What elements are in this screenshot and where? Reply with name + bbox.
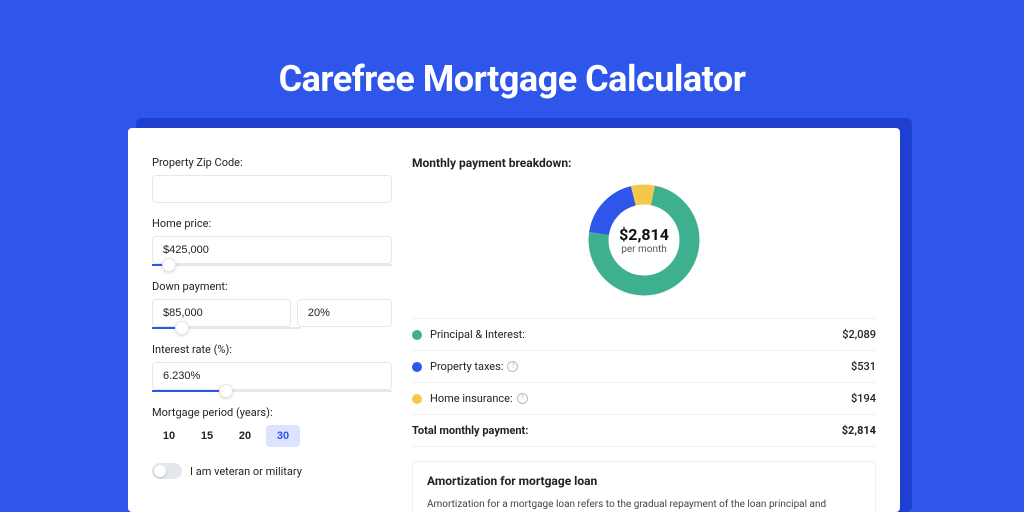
home-price-slider[interactable] bbox=[152, 264, 392, 266]
donut-sub: per month bbox=[619, 244, 669, 255]
home-price-input[interactable] bbox=[152, 236, 392, 264]
veteran-label: I am veteran or military bbox=[190, 465, 302, 478]
legend-dot bbox=[412, 330, 422, 340]
legend-dot bbox=[412, 362, 422, 372]
amortization-section: Amortization for mortgage loan Amortizat… bbox=[412, 461, 876, 512]
slider-thumb[interactable] bbox=[162, 258, 176, 272]
zip-field: Property Zip Code: bbox=[152, 156, 392, 203]
slider-thumb[interactable] bbox=[175, 321, 189, 335]
breakdown-total-row: Total monthly payment:$2,814 bbox=[412, 415, 876, 447]
toggle-knob bbox=[154, 465, 166, 477]
amortization-title: Amortization for mortgage loan bbox=[427, 474, 861, 488]
breakdown-label: Home insurance:? bbox=[430, 392, 851, 405]
veteran-toggle[interactable] bbox=[152, 463, 182, 479]
page-background: Carefree Mortgage Calculator Property Zi… bbox=[0, 0, 1024, 512]
down-payment-pct-input[interactable] bbox=[297, 299, 392, 327]
home-price-field: Home price: bbox=[152, 217, 392, 266]
slider-fill bbox=[152, 390, 226, 392]
zip-input[interactable] bbox=[152, 175, 392, 203]
donut-wrap: $2,814 per month bbox=[412, 180, 876, 300]
info-icon[interactable]: ? bbox=[517, 393, 528, 404]
slider-thumb[interactable] bbox=[219, 384, 233, 398]
breakdown-title: Monthly payment breakdown: bbox=[412, 156, 876, 170]
interest-label: Interest rate (%): bbox=[152, 343, 392, 356]
donut-amount: $2,814 bbox=[619, 225, 669, 244]
breakdown-label: Principal & Interest: bbox=[430, 328, 842, 341]
interest-field: Interest rate (%): bbox=[152, 343, 392, 392]
zip-label: Property Zip Code: bbox=[152, 156, 392, 169]
period-label: Mortgage period (years): bbox=[152, 406, 392, 419]
form-panel: Property Zip Code: Home price: Down paym… bbox=[152, 156, 392, 512]
donut-center: $2,814 per month bbox=[619, 225, 669, 255]
breakdown-value: $531 bbox=[851, 360, 876, 373]
legend-dot bbox=[412, 394, 422, 404]
payment-donut-chart: $2,814 per month bbox=[584, 180, 704, 300]
page-title: Carefree Mortgage Calculator bbox=[0, 58, 1024, 100]
breakdown-row: Property taxes:?$531 bbox=[412, 351, 876, 383]
breakdown-panel: Monthly payment breakdown: $2,814 per mo… bbox=[412, 156, 876, 512]
period-option-20[interactable]: 20 bbox=[228, 425, 262, 447]
down-payment-field: Down payment: bbox=[152, 280, 392, 329]
home-price-label: Home price: bbox=[152, 217, 392, 230]
breakdown-value: $2,089 bbox=[842, 328, 876, 341]
interest-slider[interactable] bbox=[152, 390, 392, 392]
period-options: 10152030 bbox=[152, 425, 392, 447]
calculator-card: Property Zip Code: Home price: Down paym… bbox=[128, 128, 900, 512]
breakdown-total-label: Total monthly payment: bbox=[412, 424, 842, 437]
veteran-row: I am veteran or military bbox=[152, 463, 392, 479]
period-option-10[interactable]: 10 bbox=[152, 425, 186, 447]
breakdown-label: Property taxes:? bbox=[430, 360, 851, 373]
breakdown-row: Principal & Interest:$2,089 bbox=[412, 319, 876, 351]
breakdown-rows: Principal & Interest:$2,089Property taxe… bbox=[412, 318, 876, 447]
breakdown-value: $194 bbox=[851, 392, 876, 405]
interest-input[interactable] bbox=[152, 362, 392, 390]
period-field: Mortgage period (years): 10152030 bbox=[152, 406, 392, 447]
down-payment-slider[interactable] bbox=[152, 327, 301, 329]
info-icon[interactable]: ? bbox=[507, 361, 518, 372]
period-option-30[interactable]: 30 bbox=[266, 425, 300, 447]
period-option-15[interactable]: 15 bbox=[190, 425, 224, 447]
breakdown-total-value: $2,814 bbox=[842, 424, 876, 437]
breakdown-row: Home insurance:?$194 bbox=[412, 383, 876, 415]
down-payment-label: Down payment: bbox=[152, 280, 392, 293]
down-payment-amount-input[interactable] bbox=[152, 299, 291, 327]
amortization-text: Amortization for a mortgage loan refers … bbox=[427, 498, 861, 512]
